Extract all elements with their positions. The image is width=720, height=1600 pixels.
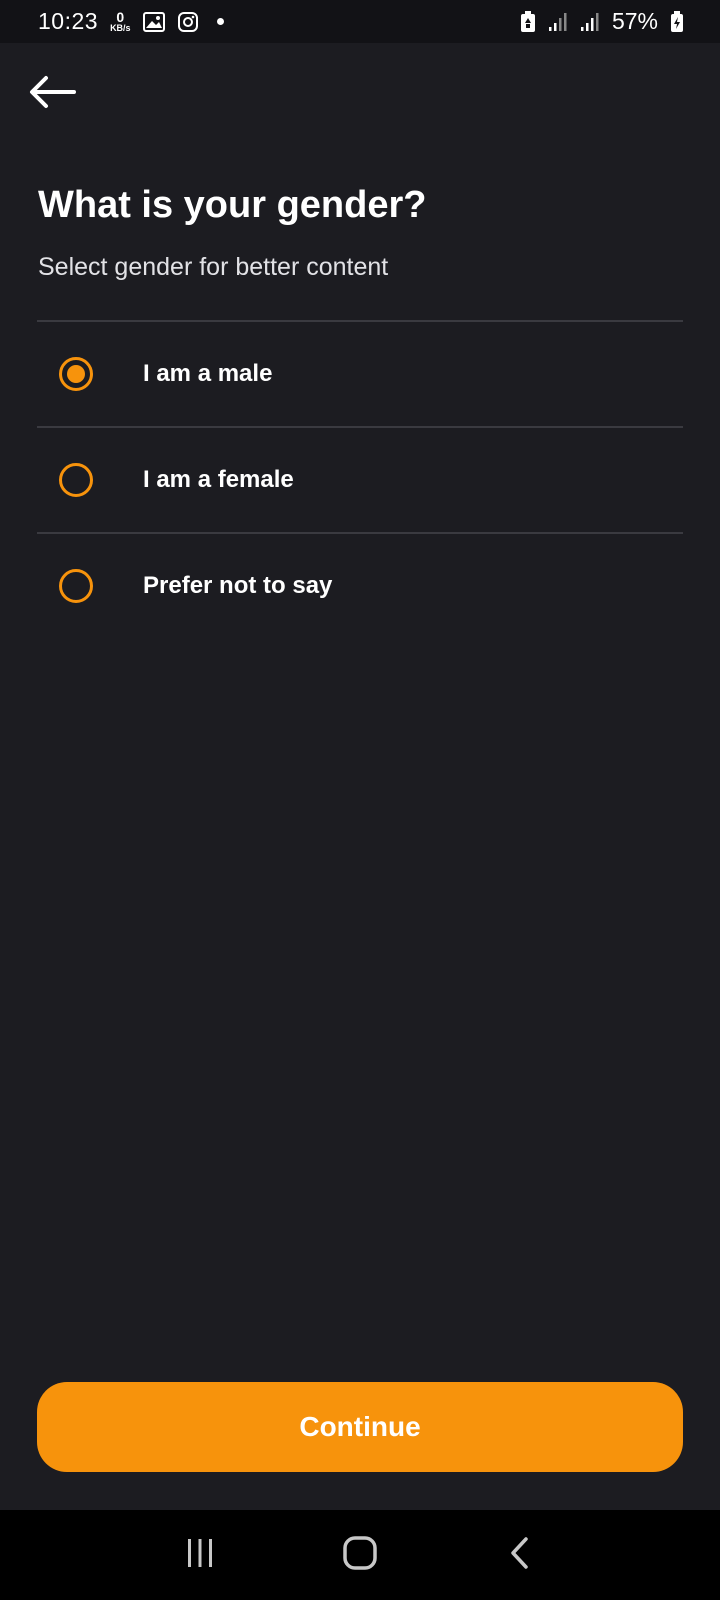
signal-icon bbox=[548, 12, 568, 32]
radio-button[interactable] bbox=[59, 569, 93, 603]
option-label: Prefer not to say bbox=[143, 572, 333, 599]
status-bar: 10:23 0 KB/s 57% bbox=[0, 0, 720, 43]
option-label: I am a male bbox=[143, 360, 273, 387]
gallery-icon bbox=[142, 11, 165, 32]
data-rate-indicator: 0 KB/s bbox=[110, 10, 131, 33]
recent-apps-button[interactable] bbox=[170, 1525, 230, 1585]
option-prefer-not-to-say[interactable]: Prefer not to say bbox=[37, 534, 683, 638]
system-nav-bar bbox=[0, 1510, 720, 1600]
data-rate-unit: KB/s bbox=[110, 23, 131, 33]
back-icon bbox=[508, 1536, 532, 1575]
home-icon bbox=[342, 1535, 378, 1576]
data-rate-value: 0 bbox=[116, 9, 125, 25]
battery-percent: 57% bbox=[611, 8, 658, 34]
instagram-icon bbox=[177, 11, 199, 33]
battery-saver-icon bbox=[520, 10, 536, 33]
gender-options: I am a male I am a female Prefer not to … bbox=[37, 320, 683, 638]
status-bar-left: 10:23 0 KB/s bbox=[38, 8, 224, 35]
option-label: I am a female bbox=[143, 466, 294, 493]
status-time: 10:23 bbox=[38, 8, 99, 34]
arrow-left-icon bbox=[28, 75, 76, 114]
radio-button-selected[interactable] bbox=[59, 357, 93, 391]
option-male[interactable]: I am a male bbox=[37, 322, 683, 426]
page-subtitle: Select gender for better content bbox=[38, 253, 389, 281]
continue-button[interactable]: Continue bbox=[37, 1382, 683, 1472]
radio-button[interactable] bbox=[59, 463, 93, 497]
back-button[interactable] bbox=[26, 70, 78, 118]
battery-charging-icon bbox=[670, 10, 684, 33]
radio-fill bbox=[67, 365, 85, 383]
home-button[interactable] bbox=[330, 1525, 390, 1585]
signal-icon bbox=[580, 12, 600, 32]
option-female[interactable]: I am a female bbox=[37, 428, 683, 532]
status-bar-right: 57% bbox=[520, 8, 684, 35]
system-back-button[interactable] bbox=[490, 1525, 550, 1585]
recent-apps-icon bbox=[184, 1538, 216, 1573]
page-title: What is your gender? bbox=[38, 184, 427, 226]
notification-dot bbox=[216, 18, 224, 25]
